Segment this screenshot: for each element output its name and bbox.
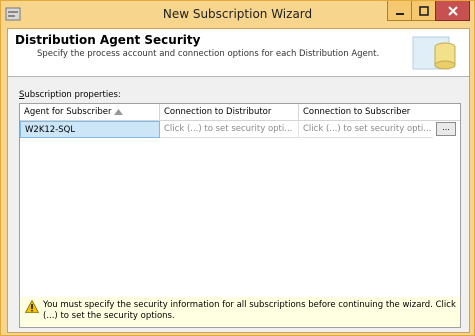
column-header-agent[interactable]: Agent for Subscriber (20, 104, 160, 120)
maximize-icon (419, 5, 429, 16)
column-header-distributor[interactable]: Connection to Distributor (160, 104, 299, 120)
column-header-agent-label: Agent for Subscriber (24, 107, 112, 117)
label-text: ubscription properties: (24, 90, 121, 100)
validation-message-text: You must specify the security informatio… (43, 300, 456, 321)
validation-message-bar: You must specify the security informatio… (19, 297, 461, 328)
subscription-properties-label: Subscription properties: (19, 90, 121, 100)
subscriber-connection-cell[interactable]: Click (...) to set security opti... (299, 121, 433, 138)
close-button[interactable] (435, 1, 470, 21)
page-title: Distribution Agent Security (15, 33, 201, 47)
column-header-subscriber[interactable]: Connection to Subscriber (299, 104, 460, 120)
wizard-window: New Subscription Wizard Distribution Age… (0, 0, 475, 336)
title-bar[interactable]: New Subscription Wizard (1, 1, 474, 27)
minimize-icon (396, 12, 404, 15)
subscription-grid[interactable]: Agent for Subscriber Connection to Distr… (19, 103, 461, 302)
wizard-header: Distribution Agent Security Specify the … (8, 29, 469, 77)
table-row[interactable]: W2K12-SQL Click (...) to set security op… (20, 121, 460, 138)
sort-ascending-icon (114, 109, 123, 115)
warning-icon (25, 300, 39, 313)
database-graphic-icon (412, 36, 456, 70)
minimize-button[interactable] (387, 1, 412, 21)
maximize-button[interactable] (411, 1, 436, 21)
wizard-body: Distribution Agent Security Specify the … (7, 28, 470, 333)
close-icon (447, 5, 458, 16)
page-description: Specify the process account and connecti… (37, 49, 380, 59)
security-options-button[interactable]: ... (436, 122, 456, 136)
agent-cell[interactable]: W2K12-SQL (20, 121, 160, 138)
grid-header: Agent for Subscriber Connection to Distr… (20, 104, 460, 121)
distributor-connection-cell[interactable]: Click (...) to set security opti... (160, 121, 299, 138)
